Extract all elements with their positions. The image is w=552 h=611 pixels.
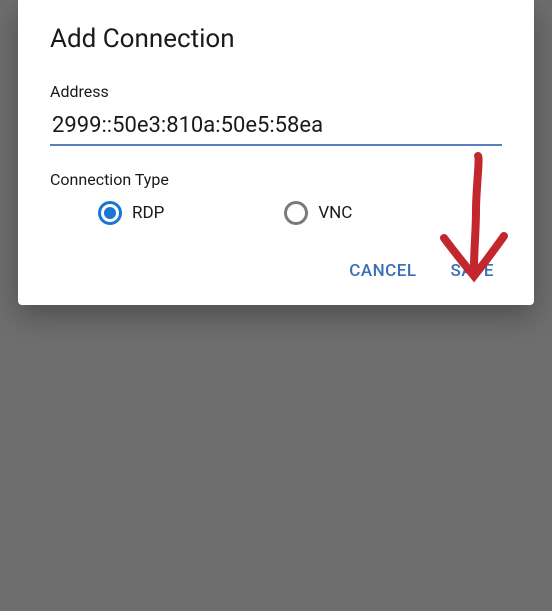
address-field-wrap <box>50 109 502 146</box>
cancel-button[interactable]: CANCEL <box>345 255 420 287</box>
radio-option-rdp[interactable]: RDP <box>98 201 164 225</box>
address-input[interactable] <box>50 109 502 146</box>
save-button[interactable]: SAVE <box>447 255 498 287</box>
dialog-actions: CANCEL SAVE <box>50 255 502 287</box>
radio-label-rdp: RDP <box>132 203 164 223</box>
connection-type-label: Connection Type <box>50 170 502 189</box>
radio-label-vnc: VNC <box>318 203 352 223</box>
dialog-title: Add Connection <box>50 24 502 54</box>
radio-option-vnc[interactable]: VNC <box>284 201 352 225</box>
connection-type-radio-group: RDP VNC <box>50 201 502 225</box>
add-connection-dialog: Add Connection Address Connection Type R… <box>18 0 534 305</box>
address-label: Address <box>50 82 502 101</box>
radio-unselected-icon <box>284 201 308 225</box>
radio-selected-icon <box>98 201 122 225</box>
